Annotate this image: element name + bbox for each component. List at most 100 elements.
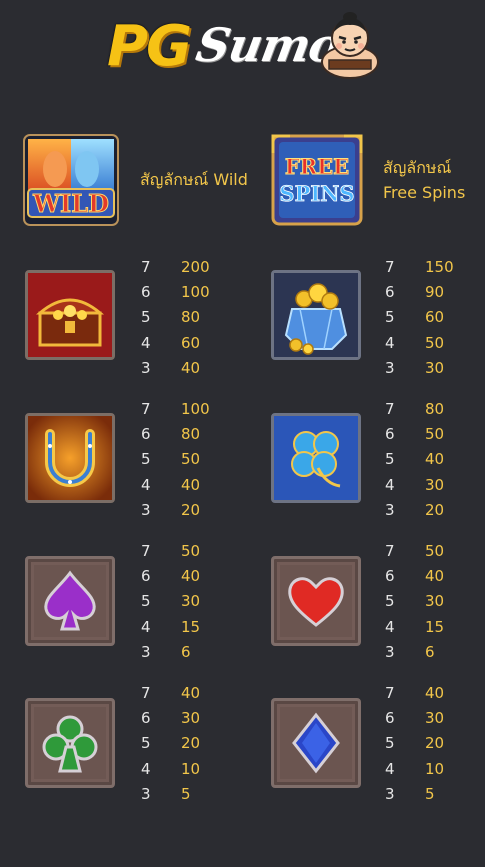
pay-count: 7 — [385, 400, 395, 418]
pay-count: 4 — [385, 617, 395, 636]
pay-count: 4 — [141, 759, 151, 778]
pay-count: 3 — [385, 642, 395, 661]
pay-value: 90 — [425, 283, 445, 302]
pay-count: 6 — [141, 425, 151, 444]
club-tile — [25, 698, 115, 788]
clover-paytable: 7 80 6 50 5 40 4 30 3 20 — [385, 397, 475, 523]
pay-value: 15 — [425, 617, 445, 636]
pay-count: 5 — [141, 308, 151, 327]
pay-count: 7 — [141, 258, 151, 276]
coin-bag-paytable: 7 150 6 90 5 60 4 50 3 30 — [385, 255, 475, 381]
treasure-chest-tile — [25, 270, 115, 360]
pay-value: 50 — [425, 333, 445, 352]
pay-row: 3 20 — [141, 498, 231, 523]
pay-value: 20 — [181, 734, 201, 753]
pay-value: 20 — [425, 734, 445, 753]
pay-count: 6 — [385, 283, 395, 302]
pay-value: 30 — [181, 709, 201, 728]
pay-value: 40 — [181, 567, 201, 586]
pay-row: 5 30 — [141, 589, 231, 614]
pay-row: 3 20 — [385, 498, 475, 523]
sumo-mascot-icon — [321, 12, 379, 79]
pay-value: 40 — [181, 684, 201, 702]
horseshoe-tile — [25, 413, 115, 503]
treasure-chest-icon — [28, 273, 112, 357]
pay-value: 50 — [181, 450, 201, 469]
pay-row: 5 20 — [141, 731, 231, 756]
heart-paytable: 7 50 6 40 5 30 4 15 36 — [385, 539, 475, 665]
pg-sumo-logo: PG Sumo — [105, 10, 385, 82]
pay-count: 5 — [385, 734, 395, 753]
pay-row: 7 100 — [141, 397, 231, 422]
club-icon — [42, 715, 98, 773]
pay-row: 4 30 — [385, 473, 475, 498]
pay-count: 5 — [385, 450, 395, 469]
pay-row: 4 40 — [141, 473, 231, 498]
pay-row: 4 10 — [141, 757, 231, 782]
pay-value: 80 — [425, 400, 445, 418]
pay-value: 80 — [181, 308, 201, 327]
gold-coin-bag-icon — [274, 273, 358, 357]
pay-count: 5 — [385, 592, 395, 611]
pay-row: 36 — [385, 640, 475, 665]
pay-count: 3 — [141, 784, 151, 803]
pay-row: 4 15 — [141, 615, 231, 640]
pay-row: 4 50 — [385, 331, 475, 356]
pay-count: 7 — [385, 542, 395, 560]
pay-row: 6 40 — [141, 564, 231, 589]
pay-count: 6 — [385, 709, 395, 728]
pay-value: 15 — [181, 617, 201, 636]
pay-value: 10 — [425, 759, 445, 778]
pay-row: 5 40 — [385, 447, 475, 472]
pay-row: 3 30 — [385, 356, 475, 381]
pay-row: 7 40 — [385, 681, 475, 706]
heart-icon — [288, 577, 344, 627]
free-art-text: FREE — [285, 154, 349, 179]
pay-row: 6 50 — [385, 422, 475, 447]
pay-count: 4 — [141, 617, 151, 636]
pay-count: 6 — [385, 425, 395, 444]
pay-row: 7 40 — [141, 681, 231, 706]
pay-count: 6 — [141, 567, 151, 586]
spade-icon — [44, 570, 96, 631]
free-spins-label: สัญลักษณ์ Free Spins — [383, 157, 465, 204]
pay-value: 40 — [181, 475, 201, 494]
pay-row: 6 100 — [141, 280, 231, 305]
treasure-chest-paytable: 7 200 6 100 5 80 4 60 3 40 — [141, 255, 231, 381]
pay-value: 40 — [425, 567, 445, 586]
pay-count: 7 — [385, 684, 395, 702]
pay-row: 7 200 — [141, 255, 231, 280]
pay-row: 6 40 — [385, 564, 475, 589]
pay-value: 5 — [181, 784, 191, 803]
pay-value: 5 — [425, 784, 435, 803]
pay-row: 4 10 — [385, 757, 475, 782]
pay-count: 3 — [385, 358, 395, 377]
pay-value: 10 — [181, 759, 201, 778]
pay-value: 6 — [425, 642, 435, 661]
pay-value: 40 — [425, 450, 445, 469]
pay-row: 6 30 — [141, 706, 231, 731]
pay-value: 200 — [181, 258, 210, 276]
pay-count: 4 — [141, 475, 151, 494]
pay-count: 4 — [385, 333, 395, 352]
pay-row: 5 20 — [385, 731, 475, 756]
pay-count: 7 — [141, 542, 151, 560]
spade-paytable: 7 50 6 40 5 30 4 15 36 — [141, 539, 231, 665]
pay-count: 3 — [141, 500, 151, 519]
spins-art-text: SPINS — [279, 181, 354, 206]
pay-value: 50 — [425, 542, 445, 560]
pay-row: 5 50 — [141, 447, 231, 472]
pay-count: 7 — [141, 684, 151, 702]
diamond-icon — [292, 712, 340, 774]
pay-row: 5 30 — [385, 589, 475, 614]
pay-count: 7 — [385, 258, 395, 276]
pay-row: 7 50 — [385, 539, 475, 564]
pay-count: 5 — [141, 592, 151, 611]
pay-row: 7 150 — [385, 255, 475, 280]
pay-row: 5 60 — [385, 305, 475, 330]
free-spins-label-line1: สัญลักษณ์ — [383, 158, 452, 177]
pay-count: 3 — [141, 642, 151, 661]
pay-value: 60 — [425, 308, 445, 327]
pay-count: 6 — [385, 567, 395, 586]
pay-count: 3 — [141, 358, 151, 377]
